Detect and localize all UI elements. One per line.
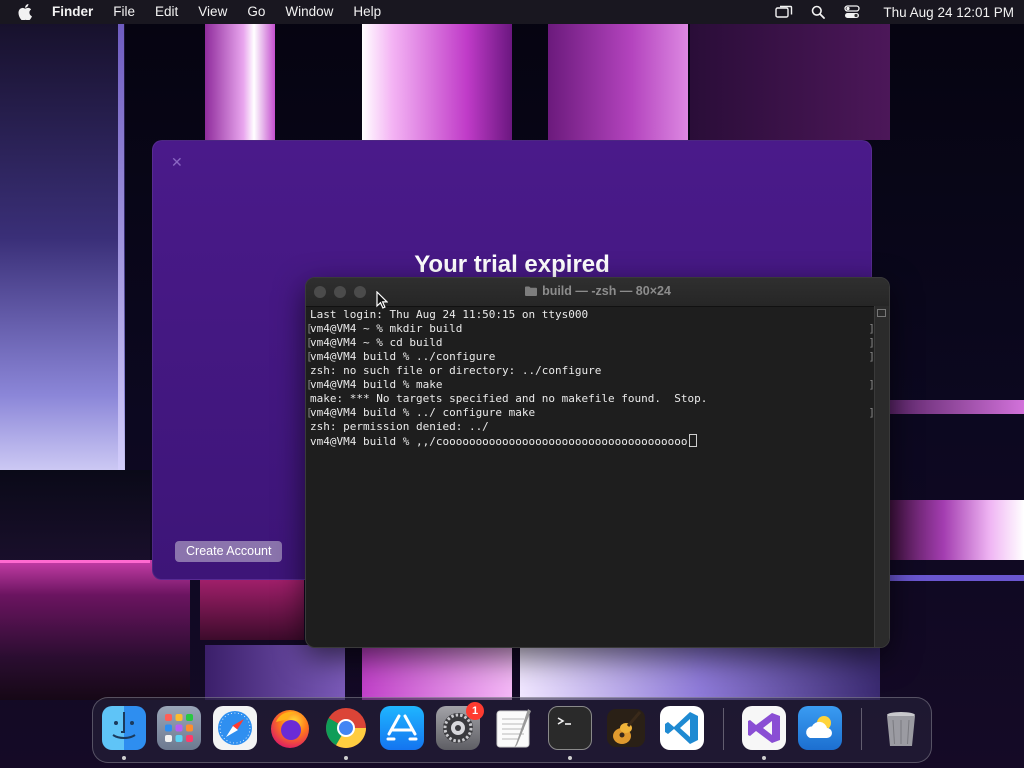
screen-mirroring-icon[interactable] xyxy=(775,3,793,21)
close-icon[interactable]: ✕ xyxy=(171,155,183,169)
running-indicator xyxy=(344,756,348,760)
menu-window[interactable]: Window xyxy=(285,0,333,24)
menu-go[interactable]: Go xyxy=(247,0,265,24)
notification-badge: 1 xyxy=(466,702,484,720)
finder-icon[interactable] xyxy=(102,706,146,750)
create-account-button[interactable]: Create Account xyxy=(175,541,283,562)
app-store-icon[interactable] xyxy=(380,706,424,750)
terminal-titlebar[interactable]: build — -zsh — 80×24 xyxy=(306,278,889,307)
text-cursor xyxy=(688,434,697,447)
menu-help[interactable]: Help xyxy=(353,0,381,24)
menu-view[interactable]: View xyxy=(198,0,227,24)
terminal-line: [vm4@VM4 build % ../configure] xyxy=(306,350,875,363)
menu-app-finder[interactable]: Finder xyxy=(52,0,93,24)
menu-bar-clock[interactable]: Thu Aug 24 12:01 PM xyxy=(883,5,1014,20)
dock-separator xyxy=(723,708,724,750)
terminal-output[interactable]: Last login: Thu Aug 24 11:50:15 on ttys0… xyxy=(306,306,875,647)
spotlight-search-icon[interactable] xyxy=(809,3,827,21)
running-indicator xyxy=(762,756,766,760)
running-indicator xyxy=(122,756,126,760)
trial-title: Your trial expired xyxy=(414,251,610,278)
folder-icon xyxy=(524,285,538,300)
running-indicator xyxy=(568,756,572,760)
menu-edit[interactable]: Edit xyxy=(155,0,178,24)
visual-studio-icon[interactable] xyxy=(742,706,786,750)
dock: 1 xyxy=(92,697,932,763)
garageband-icon[interactable] xyxy=(604,706,648,750)
system-settings-icon[interactable]: 1 xyxy=(436,702,484,750)
control-center-icon[interactable] xyxy=(843,3,861,21)
terminal-line: [vm4@VM4 ~ % mkdir build] xyxy=(306,322,875,335)
dock-separator xyxy=(861,708,862,750)
launchpad-icon[interactable] xyxy=(157,706,201,750)
terminal-line: Last login: Thu Aug 24 11:50:15 on ttys0… xyxy=(310,308,589,321)
apple-menu-icon[interactable] xyxy=(14,4,36,20)
terminal-app-icon[interactable] xyxy=(548,706,592,750)
textedit-icon[interactable] xyxy=(492,706,536,750)
terminal-line: [vm4@VM4 ~ % cd build] xyxy=(306,336,875,349)
chrome-icon[interactable] xyxy=(324,706,368,750)
trash-icon[interactable] xyxy=(879,706,923,750)
terminal-title: build — -zsh — 80×24 xyxy=(306,284,889,300)
terminal-line: make: *** No targets specified and no ma… xyxy=(310,392,708,405)
mouse-pointer-icon xyxy=(376,290,389,314)
terminal-line: [vm4@VM4 build % ../ configure make] xyxy=(306,406,875,419)
vscode-icon[interactable] xyxy=(660,706,704,750)
terminal-scrollbar[interactable] xyxy=(874,306,889,647)
menu-file[interactable]: File xyxy=(113,0,135,24)
scroll-marks-icon[interactable] xyxy=(877,309,886,317)
terminal-line: zsh: no such file or directory: ../confi… xyxy=(310,364,602,377)
terminal-title-text: build — -zsh — 80×24 xyxy=(542,284,671,298)
weather-icon[interactable] xyxy=(798,706,842,750)
safari-icon[interactable] xyxy=(213,706,257,750)
terminal-line: zsh: permission denied: ../ xyxy=(310,420,489,433)
terminal-window[interactable]: build — -zsh — 80×24 Last login: Thu Aug… xyxy=(305,277,890,648)
terminal-line: [vm4@VM4 build % make] xyxy=(306,378,875,391)
terminal-prompt-line[interactable]: vm4@VM4 build % ,,/coooooooooooooooooooo… xyxy=(310,434,871,448)
menu-bar: Finder File Edit View Go Window Help Thu… xyxy=(0,0,1024,24)
firefox-icon[interactable] xyxy=(268,706,312,750)
